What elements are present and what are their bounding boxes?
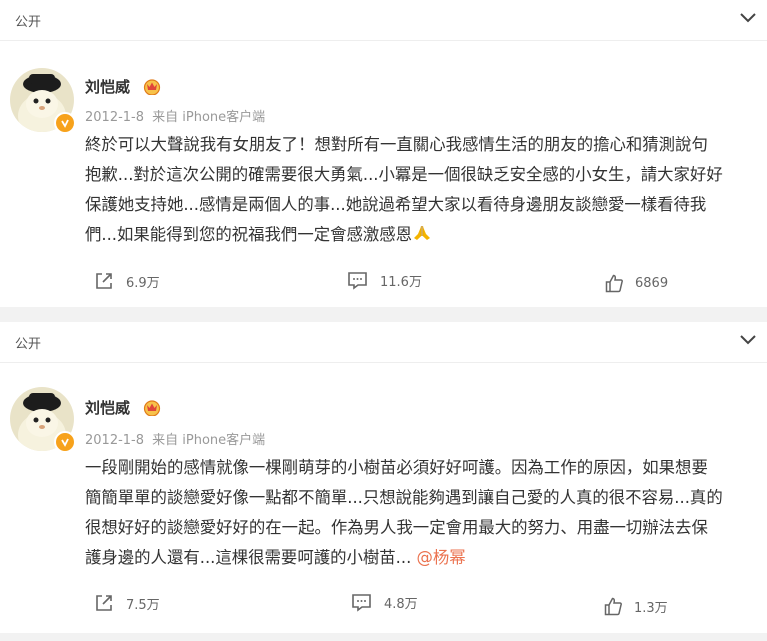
visibility-label: 公开 — [15, 337, 42, 352]
post-text: 一段剛開始的感情就像一棵剛萌芽的小樹苗必須好好呵護。因為工作的原因，如果想要 簡… — [85, 453, 761, 573]
post-source: 来自 iPhone客户端 — [152, 433, 266, 448]
comment-icon — [352, 594, 371, 612]
post-meta: 2012-1-8 来自 iPhone客户端 — [85, 429, 265, 448]
post-text: 終於可以大聲說我有女朋友了！想對所有一直關心我感情生活的朋友的擔心和猜測說句 抱… — [85, 130, 761, 250]
comment-count: 4.8万 — [384, 597, 418, 612]
post-line: 抱歉...對於這次公開的確需要很大勇氣...小冪是一個很缺乏安全感的小女生，請大… — [85, 165, 723, 184]
visibility-label: 公开 — [15, 15, 42, 30]
chevron-down-icon[interactable] — [739, 11, 757, 25]
thumbs-up-icon — [605, 274, 623, 293]
post-line: 終於可以大聲說我有女朋友了！想對所有一直關心我感情生活的朋友的擔心和猜測說句 — [85, 135, 708, 154]
comment-button[interactable]: 4.8万 — [351, 593, 418, 612]
comment-icon — [348, 272, 367, 290]
like-button[interactable]: 1.3万 — [604, 597, 668, 616]
post-line: 護身邊的人還有...這棵很需要呵護的小樹苗... @杨幂 — [85, 548, 466, 567]
repost-count: 6.9万 — [126, 275, 160, 291]
post-meta: 2012-1-8 来自 iPhone客户端 — [85, 106, 265, 125]
post-line: 簡簡單單的談戀愛好像一點都不簡單...只想說能夠遇到讓自己愛的人真的很不容易..… — [85, 488, 723, 507]
pray-icon — [414, 226, 431, 240]
verified-badge-icon — [54, 431, 76, 453]
post-header: 公开 — [0, 0, 767, 41]
repost-icon — [96, 273, 112, 289]
like-button[interactable]: 6869 — [605, 274, 668, 293]
post-line: 們...如果能得到您的祝福我們一定會感激感恩 — [85, 220, 761, 250]
repost-button[interactable]: 7.5万 — [94, 593, 160, 613]
repost-button[interactable]: 6.9万 — [94, 271, 160, 291]
repost-count: 7.5万 — [126, 597, 160, 613]
post-actions: 7.5万 4.8万 1.3万 — [0, 593, 767, 623]
author-name[interactable]: 刘恺威 — [85, 76, 130, 97]
post-date[interactable]: 2012-1-8 — [85, 433, 144, 448]
repost-icon — [96, 595, 112, 611]
avatar[interactable] — [10, 68, 76, 134]
post-card: 公开 刘恺威 2012-1-8 来自 iPh — [0, 322, 767, 633]
post-line: 保護她支持她...感情是兩個人的事...她說過希望大家以看待身邊朋友談戀愛一樣看… — [85, 195, 707, 214]
post-line: 很想好好的談戀愛好好的在一起。作為男人我一定會用最大的努力、用盡一切辦法去保 — [85, 518, 708, 537]
post-header: 公开 — [0, 322, 767, 363]
mention-link[interactable]: @杨幂 — [417, 548, 466, 567]
author-name[interactable]: 刘恺威 — [85, 397, 130, 418]
post-card: 公开 刘恺威 2012-1-8 来自 iPh — [0, 0, 767, 307]
avatar[interactable] — [10, 387, 76, 453]
post-source: 来自 iPhone客户端 — [152, 110, 266, 125]
post-date[interactable]: 2012-1-8 — [85, 110, 144, 125]
chevron-down-icon[interactable] — [739, 333, 757, 347]
verified-badge-icon — [54, 112, 76, 134]
comment-button[interactable]: 11.6万 — [347, 271, 422, 290]
like-count: 1.3万 — [634, 601, 668, 616]
vip-crown-icon[interactable] — [143, 399, 161, 416]
thumbs-up-icon — [604, 597, 622, 616]
post-line: 一段剛開始的感情就像一棵剛萌芽的小樹苗必須好好呵護。因為工作的原因，如果想要 — [85, 458, 708, 477]
post-actions: 6.9万 11.6万 6869 — [0, 271, 767, 301]
comment-count: 11.6万 — [380, 275, 422, 290]
vip-crown-icon[interactable] — [143, 78, 161, 95]
like-count: 6869 — [635, 276, 669, 291]
